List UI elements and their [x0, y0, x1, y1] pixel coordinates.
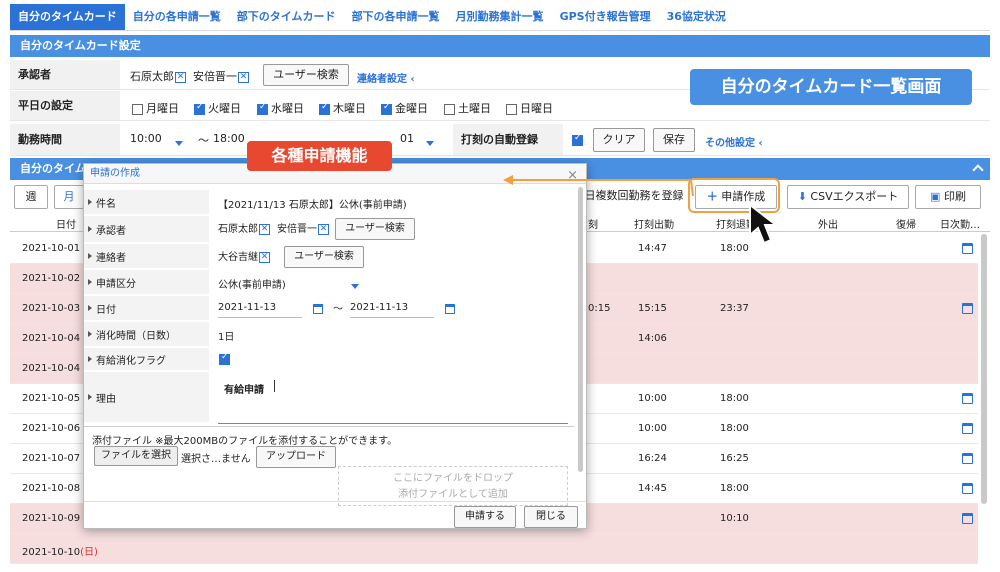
mouse-pointer-icon	[749, 203, 779, 245]
feature-callout: 各種申請機能	[247, 141, 392, 171]
annotation-arrow	[503, 175, 694, 197]
